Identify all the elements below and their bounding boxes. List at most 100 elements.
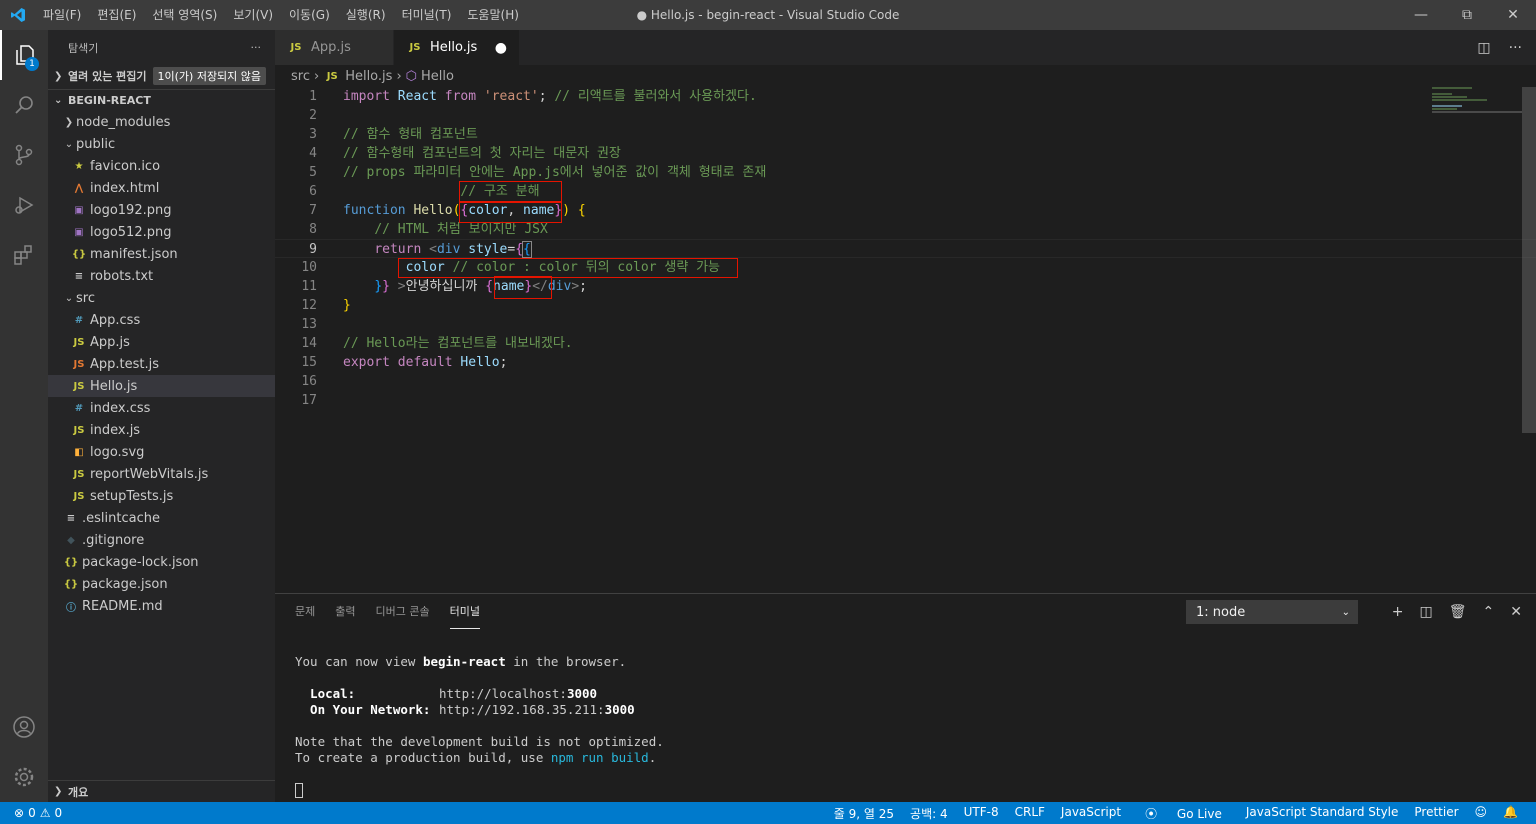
breadcrumb-symbol[interactable]: Hello [421,69,454,84]
tree-item[interactable]: {} package-lock.json [48,551,275,573]
chevron-up-icon[interactable]: ⌃ [1483,604,1495,620]
explorer-activity[interactable]: 1 [0,30,48,80]
go-live-button[interactable]: ⦿ Go Live [1129,805,1238,822]
tree-item[interactable]: ⓘ README.md [48,595,275,617]
line-number: 11 [301,279,317,294]
menu-view[interactable]: 보기(V) [225,0,281,30]
linter-status[interactable]: JavaScript Standard Style [1238,805,1407,822]
tree-item[interactable]: ≡ robots.txt [48,265,275,287]
chevron-right-icon: ❯ [54,786,63,797]
outline-section[interactable]: ❯ 개요 [48,780,275,802]
split-terminal-icon[interactable]: ◫ [1420,604,1433,620]
tree-item[interactable]: ◆ .gitignore [48,529,275,551]
prettier-status[interactable]: Prettier [1406,805,1466,822]
line-number: 13 [301,317,317,332]
menu-edit[interactable]: 편집(E) [89,0,144,30]
terminal-line: Note that the development build is not o… [295,734,664,749]
status-bar: ⊗ 0 ⚠ 0 줄 9, 열 25 공백: 4 UTF-8 CRLF JavaS… [0,802,1536,824]
breadcrumb-src[interactable]: src [291,69,310,84]
tab-hello-js[interactable]: JS Hello.js ● [394,30,520,65]
tab-problems[interactable]: 문제 [295,594,315,629]
tree-item[interactable]: JS Hello.js [48,375,275,397]
minimize-icon[interactable]: — [1398,0,1444,30]
tree-item[interactable]: ★ favicon.ico [48,155,275,177]
manage-activity[interactable] [0,752,48,802]
editor-scrollbar[interactable] [1522,87,1536,433]
terminal-select[interactable]: 1: node ⌄ [1186,600,1358,624]
problems-status[interactable]: ⊗ 0 ⚠ 0 [0,806,62,820]
menu-help[interactable]: 도움말(H) [459,0,527,30]
more-actions-icon[interactable]: ··· [251,41,262,54]
tree-item[interactable]: # App.css [48,309,275,331]
extensions-activity[interactable] [0,230,48,280]
indentation[interactable]: 공백: 4 [902,805,956,822]
line-number: 7 [309,203,317,218]
new-terminal-icon[interactable]: + [1392,604,1404,620]
tree-item[interactable]: ⌄ public [48,133,275,155]
tree-item[interactable]: ⋀ index.html [48,177,275,199]
menu-run[interactable]: 실행(R) [338,0,394,30]
open-editors-section[interactable]: ❯ 열려 있는 편집기 1이(가) 저장되지 않음 [48,65,275,87]
terminal-output[interactable]: You can now view begin-react in the brow… [295,654,664,798]
code-line: 7 function Hello({color, name}) { [275,201,1536,220]
close-icon[interactable]: ✕ [1490,0,1536,30]
language-mode[interactable]: JavaScript [1053,805,1129,822]
js-icon: JS [290,42,302,53]
tree-item[interactable]: {} package.json [48,573,275,595]
tree-item[interactable]: {} manifest.json [48,243,275,265]
tab-terminal[interactable]: 터미널 [449,594,480,629]
tree-item[interactable]: ≡ .eslintcache [48,507,275,529]
js-icon: JS [73,424,85,436]
tree-item[interactable]: ▣ logo192.png [48,199,275,221]
feedback-icon[interactable]: ☺ [1467,805,1496,822]
tab-output[interactable]: 출력 [335,594,355,629]
breadcrumb-file[interactable]: Hello.js [345,69,392,84]
tree-item[interactable]: JS index.js [48,419,275,441]
cursor-position[interactable]: 줄 9, 열 25 [826,805,902,822]
tree-item[interactable]: JS reportWebVitals.js [48,463,275,485]
bell-icon[interactable]: 🔔 [1495,805,1526,822]
tree-item[interactable]: ⌄ src [48,287,275,309]
source-control-activity[interactable] [0,130,48,180]
tab-debug-console[interactable]: 디버그 콘솔 [376,594,430,629]
encoding[interactable]: UTF-8 [956,805,1007,822]
tree-item-label: index.html [90,180,160,196]
css-icon: # [74,314,84,326]
tree-item-label: Hello.js [90,378,138,394]
tree-item[interactable]: JS App.test.js [48,353,275,375]
menu-file[interactable]: 파일(F) [35,0,89,30]
code-editor[interactable]: 1 import React from 'react'; // 리액트를 불러와서… [275,87,1536,410]
minimap[interactable] [1432,87,1522,117]
menu-terminal[interactable]: 터미널(T) [394,0,460,30]
tree-item[interactable]: ❯ node_modules [48,111,275,133]
close-panel-icon[interactable]: ✕ [1510,604,1522,620]
code-line: 8 // HTML 처럼 보이지만 JSX [275,220,1536,239]
tree-item[interactable]: JS App.js [48,331,275,353]
js-icon: JS [73,468,85,480]
run-debug-activity[interactable] [0,180,48,230]
accounts-activity[interactable] [0,702,48,752]
more-actions-icon[interactable]: ··· [1509,40,1522,56]
menu-go[interactable]: 이동(G) [281,0,338,30]
tree-item-label: node_modules [76,114,171,130]
tree-item[interactable]: JS setupTests.js [48,485,275,507]
line-number: 16 [301,374,317,389]
search-activity[interactable] [0,80,48,130]
split-editor-icon[interactable]: ◫ [1477,40,1490,56]
project-section[interactable]: ⌄ BEGIN-REACT [48,89,275,111]
code-line: 13 [275,315,1536,334]
restore-icon[interactable]: ⧉ [1444,0,1490,30]
unsaved-dot-icon[interactable]: ● [495,40,507,56]
end-of-line[interactable]: CRLF [1007,805,1053,822]
explorer-header: 탐색기 ··· [48,30,275,65]
tree-item-label: reportWebVitals.js [90,466,209,482]
trash-icon[interactable]: 🗑 [1449,604,1467,620]
code-line: 12} [275,296,1536,315]
tree-item[interactable]: # index.css [48,397,275,419]
tree-item[interactable]: ◧ logo.svg [48,441,275,463]
project-label: BEGIN-REACT [68,94,151,107]
tree-item[interactable]: ▣ logo512.png [48,221,275,243]
tab-app-js[interactable]: JS App.js [275,30,394,65]
menu-selection[interactable]: 선택 영역(S) [144,0,225,30]
